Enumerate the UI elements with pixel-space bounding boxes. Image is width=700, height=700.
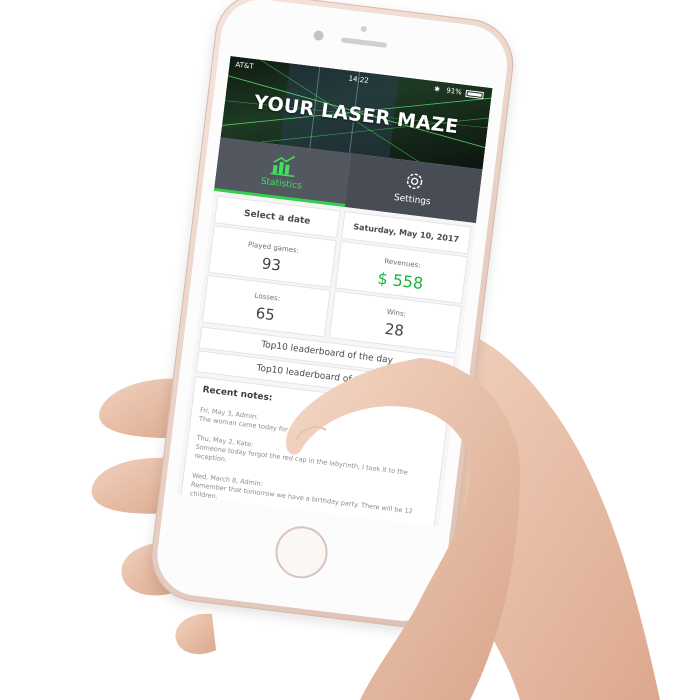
selected-date-text: Saturday, May 10, 2017 (352, 222, 460, 245)
battery-icon (465, 89, 484, 100)
home-button[interactable] (272, 523, 331, 582)
phone-body: AT&T 14:22 ✱ 91% YOUR LASER MAZE Statist… (146, 0, 519, 633)
front-camera (313, 29, 325, 42)
bluetooth-icon: ✱ (433, 85, 441, 94)
recent-notes-title: Recent notes: (201, 385, 273, 404)
select-date-label: Select a date (243, 208, 311, 227)
statistics-content: Select a date Saturday, May 10, 2017 Pla… (176, 190, 476, 527)
phone: AT&T 14:22 ✱ 91% YOUR LASER MAZE Statist… (0, 0, 700, 700)
earpiece-speaker (340, 37, 388, 48)
phone-face: AT&T 14:22 ✱ 91% YOUR LASER MAZE Statist… (152, 0, 512, 626)
carrier-label: AT&T (234, 60, 255, 71)
recent-notes: Recent notes: Fri, May 3, Admin: The wom… (179, 376, 450, 527)
chart-icon (270, 155, 296, 178)
gear-icon (406, 173, 423, 190)
status-time: 14:22 (348, 74, 370, 85)
battery-percent: 91% (445, 86, 463, 97)
sensor-dot (360, 25, 368, 33)
app-screen: AT&T 14:22 ✱ 91% YOUR LASER MAZE Statist… (176, 55, 493, 527)
